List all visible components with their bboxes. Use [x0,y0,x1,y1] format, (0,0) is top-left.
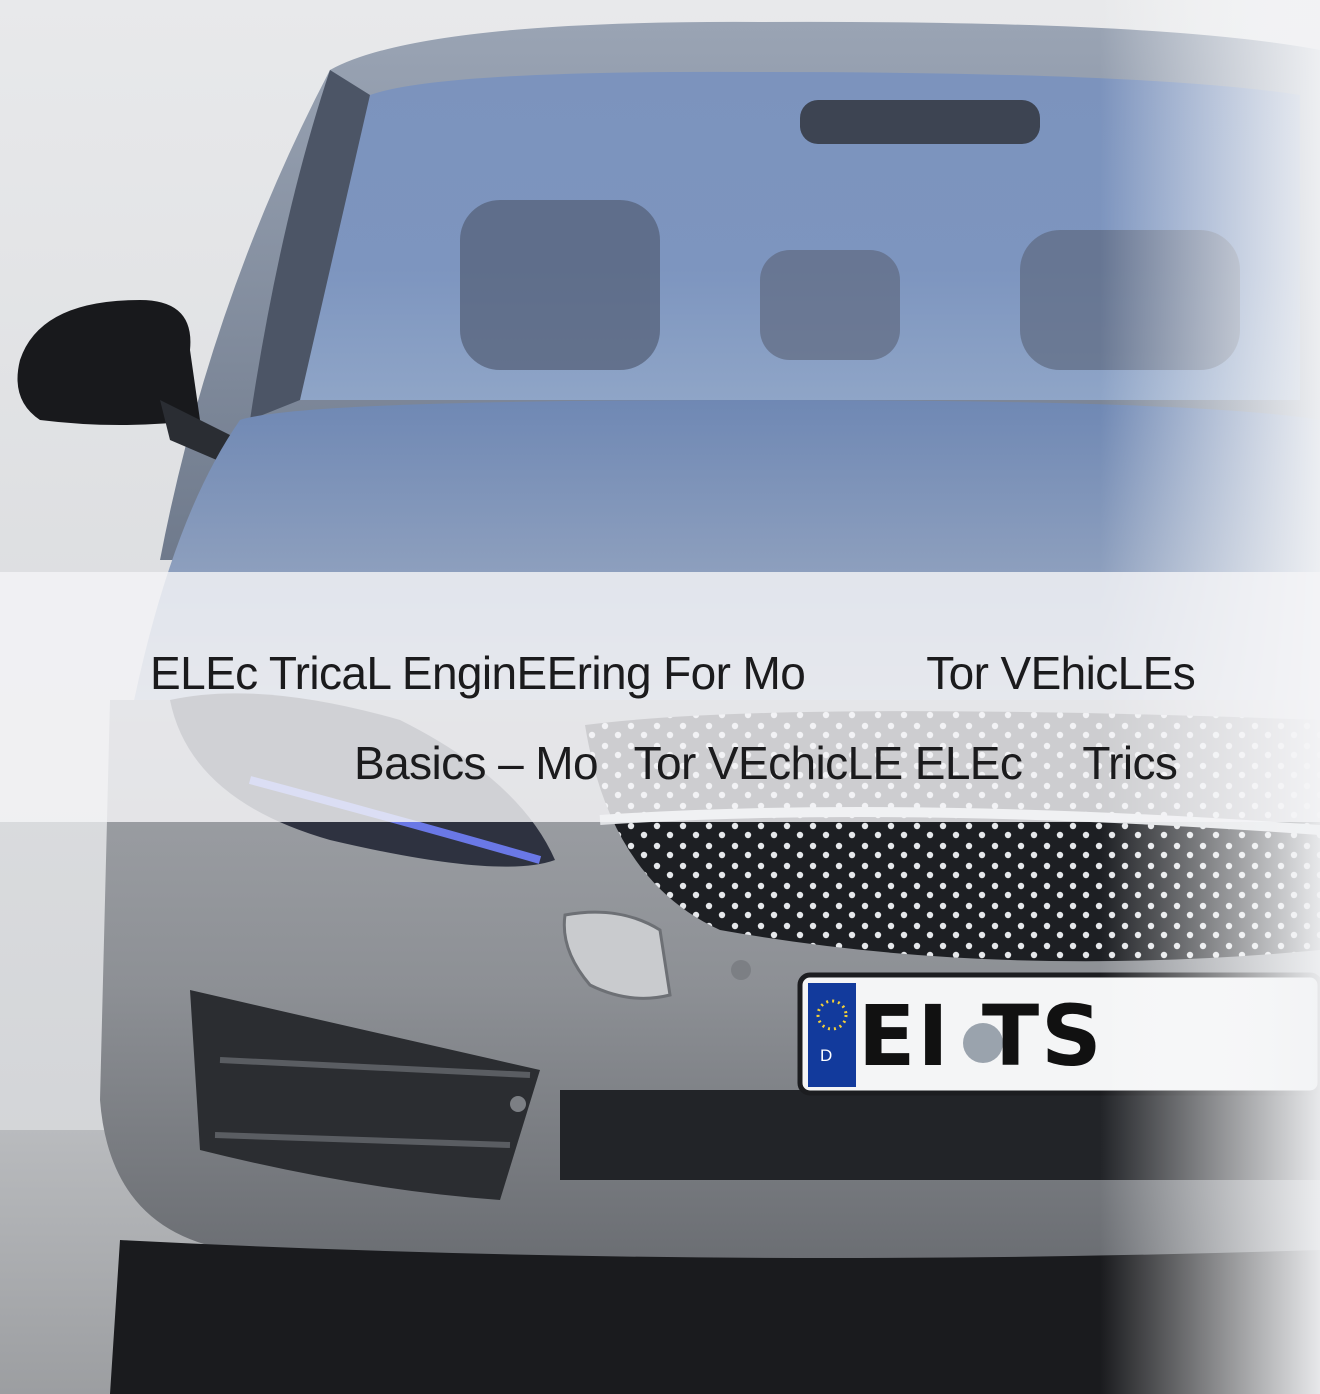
license-plate-text: EI TS [858,987,1104,1085]
cover-subtitle: Basics – Mo Tor VEchicLE ELEc Trics [354,737,1178,789]
cover-title: ELEc TricaL EnginEEring For Mo Tor VEhic… [150,647,1196,699]
plate-country-code: D [820,1046,833,1065]
